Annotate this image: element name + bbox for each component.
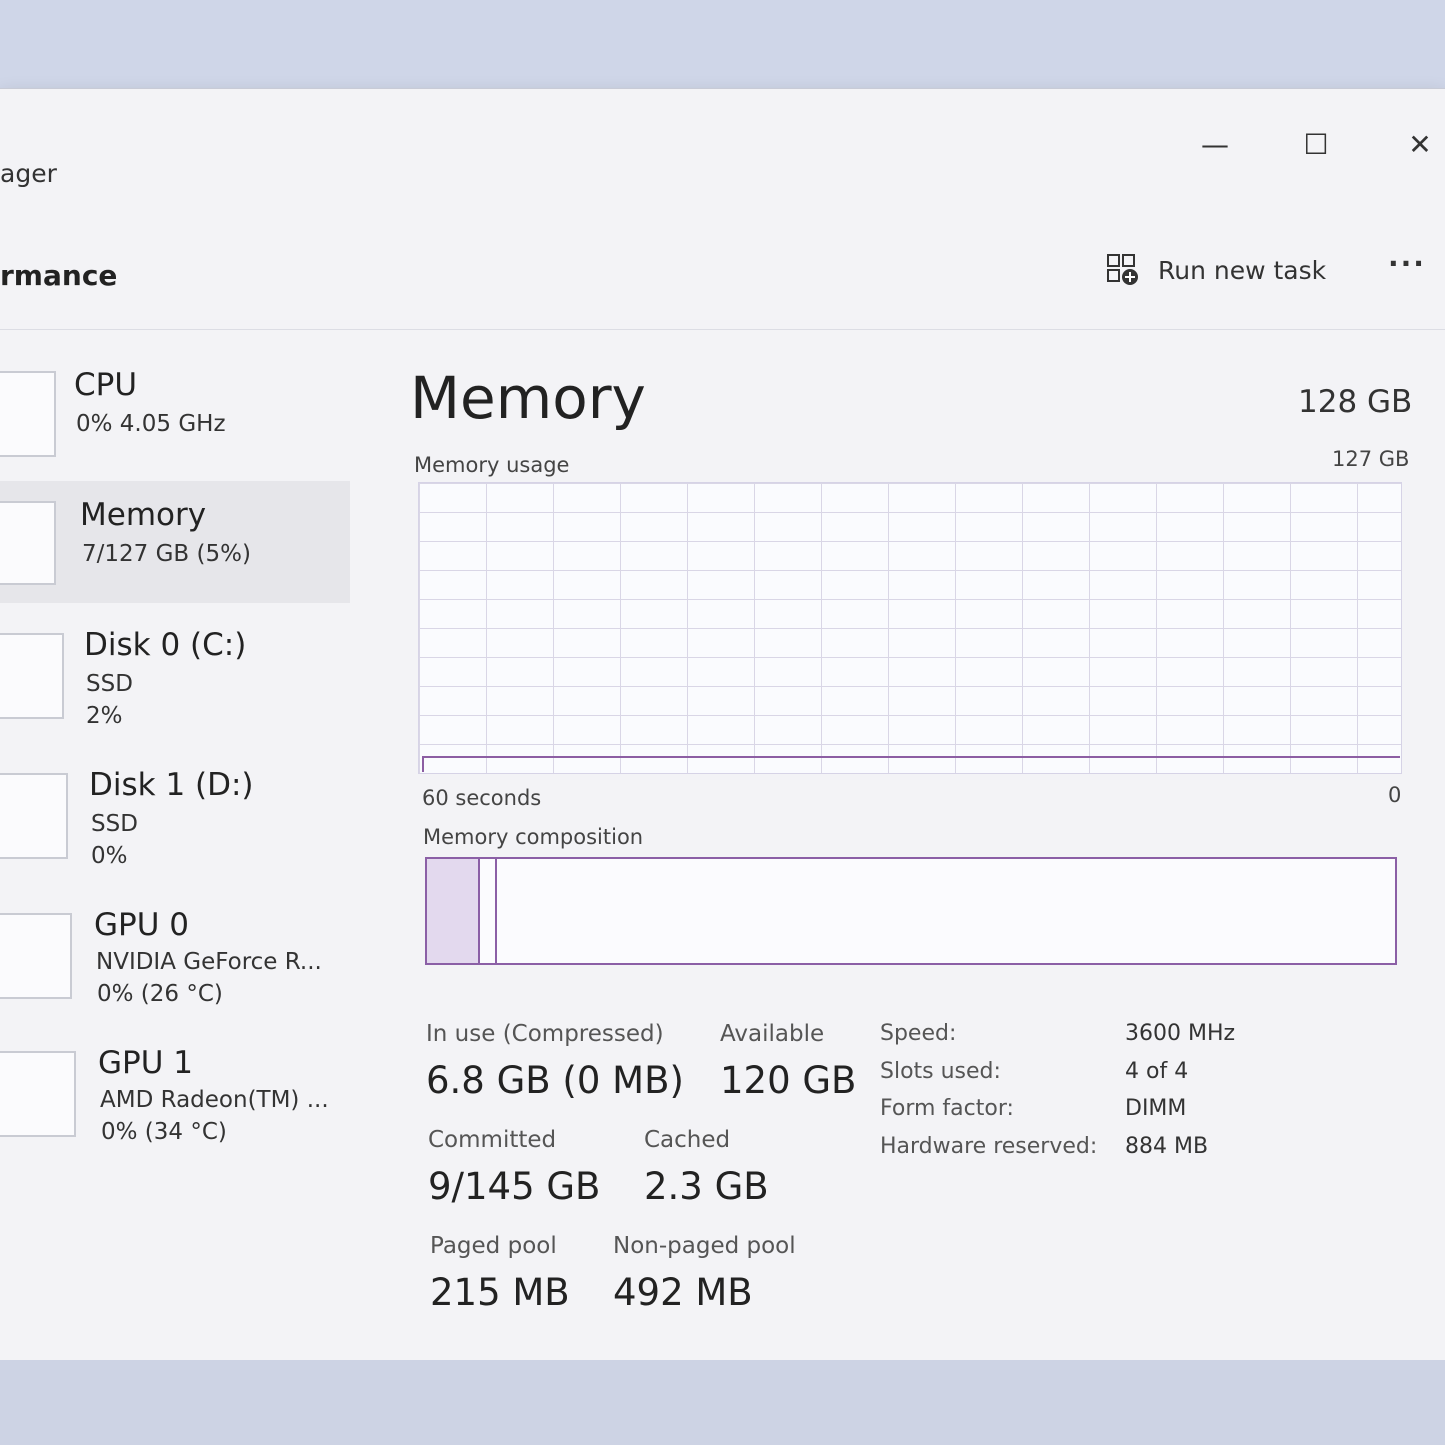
memory-usage-graph bbox=[418, 482, 1402, 774]
spec-hardware-reserved-label: Hardware reserved: bbox=[880, 1134, 1098, 1159]
memory-usage-max: 127 GB bbox=[1332, 447, 1410, 471]
sidebar-item-gpu1[interactable]: GPU 1 AMD Radeon(TM) ... 0% (34 °C) bbox=[0, 1037, 350, 1159]
sidebar-item-name: GPU 0 bbox=[94, 907, 189, 943]
cached-label: Cached bbox=[644, 1127, 731, 1153]
sidebar-item-detail: 0% 4.05 GHz bbox=[76, 411, 226, 437]
spec-hardware-reserved-value: 884 MB bbox=[1125, 1134, 1209, 1159]
non-paged-pool-label: Non-paged pool bbox=[613, 1233, 796, 1259]
sidebar-item-detail: SSD bbox=[91, 811, 138, 837]
sidebar-item-disk1[interactable]: Disk 1 (D:) SSD 0% bbox=[0, 759, 350, 881]
memory-usage-line bbox=[422, 756, 1400, 758]
sidebar-item-detail: NVIDIA GeForce R... bbox=[96, 949, 322, 975]
spec-form-factor-label: Form factor: bbox=[880, 1096, 1014, 1121]
close-button[interactable]: ✕ bbox=[1390, 119, 1445, 169]
disk1-thumbnail bbox=[0, 773, 68, 859]
maximize-icon: ☐ bbox=[1303, 127, 1329, 161]
sidebar-item-usage: 0% bbox=[91, 843, 128, 869]
non-paged-pool-value: 492 MB bbox=[613, 1271, 753, 1314]
sidebar-item-usage: 2% bbox=[86, 703, 123, 729]
paged-pool-value: 215 MB bbox=[430, 1271, 570, 1314]
in-use-value: 6.8 GB (0 MB) bbox=[426, 1059, 684, 1102]
run-new-task-label: Run new task bbox=[1158, 255, 1327, 285]
sidebar-item-name: CPU bbox=[74, 367, 138, 403]
memory-total: 128 GB bbox=[1298, 384, 1413, 420]
available-value: 120 GB bbox=[720, 1059, 857, 1102]
memory-heading: Memory bbox=[410, 364, 646, 432]
spec-form-factor-value: DIMM bbox=[1125, 1096, 1187, 1121]
committed-label: Committed bbox=[428, 1127, 557, 1153]
sidebar-item-usage: 0% (26 °C) bbox=[97, 981, 223, 1007]
graph-time-left: 60 seconds bbox=[422, 786, 542, 810]
composition-modified bbox=[478, 859, 497, 963]
committed-value: 9/145 GB bbox=[428, 1165, 601, 1208]
in-use-label: In use (Compressed) bbox=[426, 1021, 664, 1047]
run-task-icon bbox=[1106, 253, 1140, 287]
sidebar-item-detail: 7/127 GB (5%) bbox=[82, 541, 251, 567]
sidebar-item-name: Disk 1 (D:) bbox=[89, 767, 254, 803]
spec-slots-label: Slots used: bbox=[880, 1059, 1001, 1084]
sidebar-item-gpu0[interactable]: GPU 0 NVIDIA GeForce R... 0% (26 °C) bbox=[0, 899, 350, 1021]
paged-pool-label: Paged pool bbox=[430, 1233, 557, 1259]
memory-composition-bar bbox=[425, 857, 1397, 965]
maximize-button[interactable]: ☐ bbox=[1286, 119, 1346, 169]
task-manager-window: ager — ☐ ✕ rmance Run new task ··· CPU 0… bbox=[0, 88, 1445, 1361]
memory-usage-tick bbox=[422, 756, 424, 772]
minimize-icon: — bbox=[1201, 127, 1229, 161]
sidebar-item-disk0[interactable]: Disk 0 (C:) SSD 2% bbox=[0, 619, 350, 741]
sidebar-item-name: GPU 1 bbox=[98, 1045, 193, 1081]
disk0-thumbnail bbox=[0, 633, 64, 719]
graph-time-right: 0 bbox=[1388, 783, 1402, 807]
window-title: ager bbox=[0, 159, 57, 188]
sidebar-item-name: Disk 0 (C:) bbox=[84, 627, 247, 663]
run-new-task-button[interactable]: Run new task bbox=[1106, 249, 1326, 291]
gpu1-thumbnail bbox=[0, 1051, 76, 1137]
header-divider bbox=[0, 329, 1445, 330]
memory-thumbnail bbox=[0, 501, 56, 585]
spec-slots-value: 4 of 4 bbox=[1125, 1059, 1189, 1084]
composition-in-use bbox=[427, 859, 480, 963]
desktop-background bbox=[0, 1360, 1445, 1445]
sidebar-item-usage: 0% (34 °C) bbox=[101, 1119, 227, 1145]
minimize-button[interactable]: — bbox=[1185, 119, 1245, 169]
page-title: rmance bbox=[0, 259, 118, 292]
gpu0-thumbnail bbox=[0, 913, 72, 999]
sidebar-item-detail: AMD Radeon(TM) ... bbox=[100, 1087, 329, 1113]
spec-speed-value: 3600 MHz bbox=[1125, 1021, 1236, 1046]
cached-value: 2.3 GB bbox=[644, 1165, 769, 1208]
sidebar-item-cpu[interactable]: CPU 0% 4.05 GHz bbox=[0, 363, 350, 485]
sidebar-item-detail: SSD bbox=[86, 671, 133, 697]
spec-speed-label: Speed: bbox=[880, 1021, 957, 1046]
close-icon: ✕ bbox=[1408, 127, 1432, 161]
available-label: Available bbox=[720, 1021, 825, 1047]
memory-usage-label: Memory usage bbox=[414, 453, 570, 477]
sidebar-item-memory[interactable]: Memory 7/127 GB (5%) bbox=[0, 481, 350, 603]
more-options-button[interactable]: ··· bbox=[1388, 247, 1426, 280]
memory-composition-label: Memory composition bbox=[423, 825, 644, 849]
sidebar-item-name: Memory bbox=[80, 497, 207, 533]
cpu-thumbnail bbox=[0, 371, 56, 457]
